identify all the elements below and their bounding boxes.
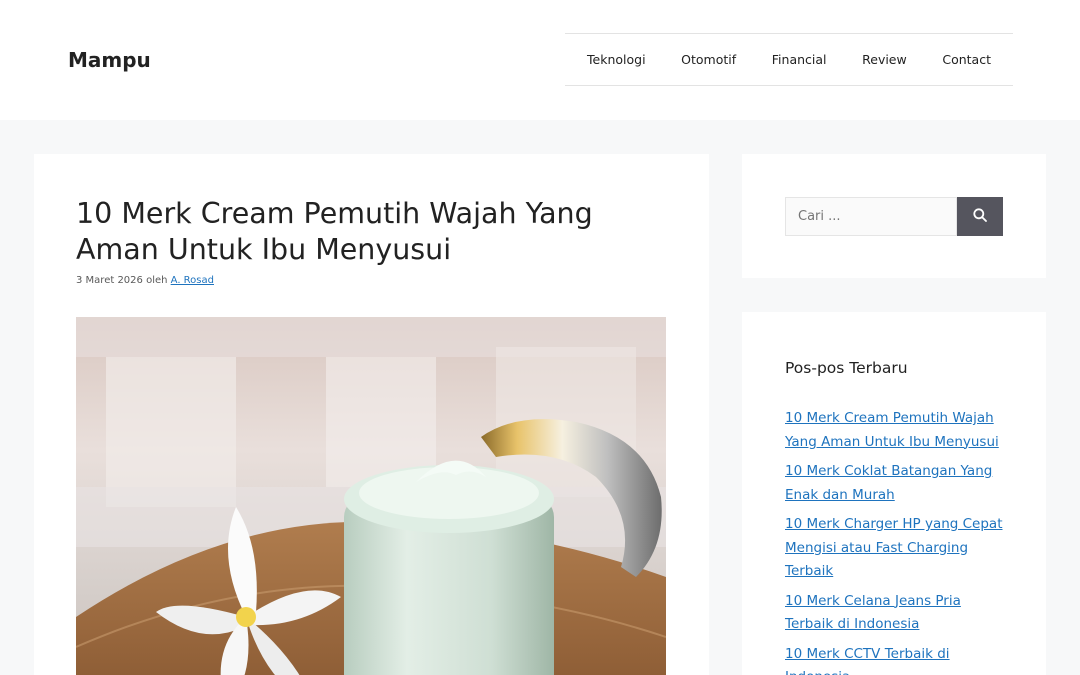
- recent-post-link[interactable]: 10 Merk Charger HP yang Cepat Mengisi at…: [785, 516, 1003, 579]
- nav-item-contact[interactable]: Contact: [942, 52, 991, 67]
- recent-post-link[interactable]: 10 Merk CCTV Terbaik di Indonesia: [785, 646, 950, 675]
- nav-item-financial[interactable]: Financial: [772, 52, 827, 67]
- search-input[interactable]: [785, 197, 957, 236]
- search-widget: [742, 154, 1046, 278]
- site-header: Mampu Teknologi Otomotif Financial Revie…: [0, 0, 1080, 120]
- recent-posts-widget: Pos-pos Terbaru 10 Merk Cream Pemutih Wa…: [742, 312, 1046, 675]
- article-container: 10 Merk Cream Pemutih Wajah Yang Aman Un…: [34, 154, 709, 675]
- recent-post-link[interactable]: 10 Merk Celana Jeans Pria Terbaik di Ind…: [785, 593, 961, 633]
- article-by: oleh: [146, 275, 168, 286]
- featured-image: [76, 317, 666, 675]
- list-item: 10 Merk CCTV Terbaik di Indonesia: [785, 642, 1010, 675]
- recent-post-link[interactable]: 10 Merk Coklat Batangan Yang Enak dan Mu…: [785, 463, 992, 503]
- recent-posts-title: Pos-pos Terbaru: [785, 359, 908, 377]
- main-navigation: Teknologi Otomotif Financial Review Cont…: [565, 33, 1013, 86]
- article-author-link[interactable]: A. Rosad: [171, 275, 214, 286]
- recent-post-link[interactable]: 10 Merk Cream Pemutih Wajah Yang Aman Un…: [785, 410, 999, 450]
- article-title: 10 Merk Cream Pemutih Wajah Yang Aman Un…: [76, 197, 593, 266]
- list-item: 10 Merk Cream Pemutih Wajah Yang Aman Un…: [785, 406, 1010, 453]
- search-icon: [973, 208, 987, 225]
- nav-item-teknologi[interactable]: Teknologi: [587, 52, 646, 67]
- article-meta: 3 Maret 2026 oleh A. Rosad: [76, 275, 214, 286]
- nav-item-review[interactable]: Review: [862, 52, 907, 67]
- list-item: 10 Merk Celana Jeans Pria Terbaik di Ind…: [785, 589, 1010, 636]
- recent-posts-list: 10 Merk Cream Pemutih Wajah Yang Aman Un…: [785, 406, 1010, 675]
- list-item: 10 Merk Coklat Batangan Yang Enak dan Mu…: [785, 459, 1010, 506]
- nav-item-otomotif[interactable]: Otomotif: [681, 52, 736, 67]
- site-title[interactable]: Mampu: [68, 48, 151, 72]
- search-button[interactable]: [957, 197, 1003, 236]
- article-date: 3 Maret 2026: [76, 275, 143, 286]
- list-item: 10 Merk Charger HP yang Cepat Mengisi at…: [785, 512, 1010, 583]
